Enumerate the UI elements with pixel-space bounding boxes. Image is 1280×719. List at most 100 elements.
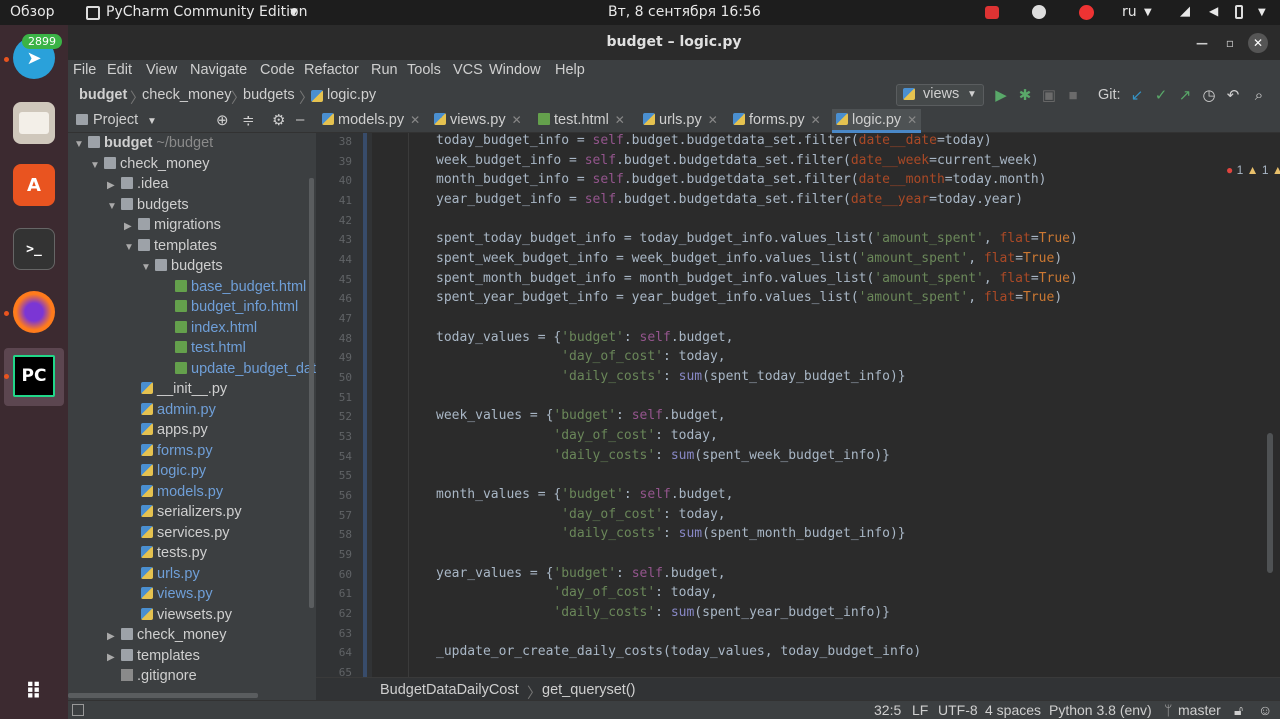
battery-icon[interactable] (1235, 5, 1243, 19)
firefox-icon[interactable] (13, 291, 55, 333)
tool-windows-icon[interactable] (72, 704, 84, 716)
language-indicator[interactable]: ru (1122, 4, 1137, 20)
file-encoding[interactable]: UTF-8 (938, 702, 978, 718)
tree-folder[interactable]: ▶ .idea (107, 176, 168, 196)
tree-file[interactable]: views.py (141, 586, 213, 606)
close-button[interactable]: ✕ (1248, 33, 1268, 53)
tree-file[interactable]: budget_info.html (175, 299, 298, 319)
tree-folder[interactable]: ▶ migrations (124, 217, 221, 237)
menu-code[interactable]: Code (260, 62, 295, 78)
locate-icon[interactable]: ⊕ (216, 111, 229, 129)
git-branch[interactable]: master (1178, 702, 1221, 718)
history-icon[interactable]: ◷ (1200, 87, 1218, 105)
tab-test-html[interactable]: test.html ✕ (538, 109, 625, 133)
activities-button[interactable]: Обзор (10, 4, 55, 20)
indent-setting[interactable]: 4 spaces (985, 702, 1041, 718)
coverage-icon[interactable]: ▣ (1040, 87, 1058, 105)
software-center-icon[interactable]: A (13, 164, 55, 206)
tree-file[interactable]: test.html (175, 340, 246, 360)
caret-position[interactable]: 32:5 (874, 702, 901, 718)
recording-indicator-icon[interactable] (985, 6, 999, 19)
tree-file[interactable]: viewsets.py (141, 607, 232, 627)
tree-folder[interactable]: ▼ check_money (90, 156, 209, 176)
menu-view[interactable]: View (146, 62, 177, 78)
tree-file[interactable]: update_budget_dat (175, 361, 316, 381)
event-log-icon[interactable]: ☺ (1258, 702, 1272, 718)
menu-help[interactable]: Help (555, 62, 585, 78)
steam-icon[interactable] (1032, 5, 1046, 19)
menu-edit[interactable]: Edit (107, 62, 132, 78)
debug-icon[interactable]: ✱ (1016, 87, 1034, 105)
menu-vcs[interactable]: VCS (453, 62, 483, 78)
search-icon[interactable]: ⌕ (1250, 87, 1268, 105)
nav-crumb-package[interactable]: check_money (142, 87, 231, 103)
tree-file[interactable]: forms.py (141, 443, 213, 463)
wifi-icon[interactable]: ◢ (1180, 4, 1190, 19)
tab-logic[interactable]: logic.py ✕ (832, 109, 922, 133)
stop-icon[interactable]: ■ (1064, 87, 1082, 105)
show-applications-icon[interactable]: ⠿ (13, 671, 55, 713)
tree-file[interactable]: admin.py (141, 402, 216, 422)
tree-file[interactable]: models.py (141, 484, 223, 504)
tree-file[interactable]: services.py (141, 525, 230, 545)
tree-horizontal-scrollbar[interactable] (68, 693, 258, 698)
git-commit-icon[interactable]: ✓ (1152, 87, 1170, 105)
line-separator[interactable]: LF (912, 702, 928, 718)
breadcrumb-class[interactable]: BudgetDataDailyCost (380, 682, 519, 698)
lock-icon[interactable]: 🔓︎ (1234, 702, 1243, 719)
run-icon[interactable]: ▶ (992, 87, 1010, 105)
tree-folder[interactable]: ▶ check_money (107, 627, 226, 647)
code-editor[interactable]: today_budget_info = self.budget.budgetda… (372, 133, 1280, 677)
tab-forms[interactable]: forms.py ✕ (733, 109, 821, 133)
menu-window[interactable]: Window (489, 62, 541, 78)
tree-file[interactable]: logic.py (141, 463, 206, 483)
tree-file[interactable]: base_budget.html (175, 279, 306, 299)
python-interpreter[interactable]: Python 3.8 (env) (1049, 702, 1152, 718)
tree-folder[interactable]: ▼ templates (124, 238, 217, 258)
app-menu-button[interactable]: PyCharm Community Edition (106, 4, 307, 20)
collapse-all-icon[interactable]: ≑ (242, 111, 255, 129)
chevron-down-icon[interactable]: ▼ (147, 116, 157, 127)
tree-file[interactable]: apps.py (141, 422, 208, 442)
menu-file[interactable]: File (73, 62, 96, 78)
tab-models[interactable]: models.py ✕ (322, 109, 420, 133)
pycharm-icon[interactable]: PC (13, 355, 55, 397)
nav-crumb-module[interactable]: budgets (243, 87, 295, 103)
tree-folder[interactable]: ▶ templates (107, 648, 200, 668)
tree-file[interactable]: .gitignore (121, 668, 197, 688)
hide-icon[interactable]: – (296, 111, 304, 128)
inspection-widget[interactable]: ● 1 ▲ 1 ▲ 4 ⌃ (1226, 163, 1280, 177)
tab-urls[interactable]: urls.py ✕ (643, 109, 718, 133)
chevron-down-icon[interactable]: ▼ (1258, 7, 1266, 18)
menu-navigate[interactable]: Navigate (190, 62, 247, 78)
tree-folder[interactable]: ▼ budgets (141, 258, 223, 278)
project-view-selector[interactable]: Project (93, 112, 138, 128)
tree-scrollbar[interactable] (309, 178, 314, 608)
minimize-button[interactable]: — (1192, 33, 1212, 53)
gear-icon[interactable]: ⚙ (272, 111, 285, 129)
menu-tools[interactable]: Tools (407, 62, 441, 78)
tree-file[interactable]: serializers.py (141, 504, 242, 524)
tree-file[interactable]: urls.py (141, 566, 200, 586)
git-push-icon[interactable]: ↗ (1176, 87, 1194, 105)
tree-root[interactable]: ▼ budget ~/budget (74, 135, 213, 155)
maximize-button[interactable]: ▫ (1220, 33, 1240, 53)
clock[interactable]: Вт, 8 сентября 16:56 (608, 4, 761, 20)
terminal-icon[interactable]: >_ (13, 228, 55, 270)
do-not-disturb-icon[interactable] (1079, 5, 1094, 20)
tree-folder[interactable]: ▼ budgets (107, 197, 189, 217)
tree-file[interactable]: __init__.py (141, 381, 227, 401)
menu-run[interactable]: Run (371, 62, 398, 78)
tree-file[interactable]: tests.py (141, 545, 207, 565)
files-icon[interactable] (13, 102, 55, 144)
editor-scrollbar[interactable] (1267, 433, 1273, 573)
nav-crumb-project[interactable]: budget (79, 87, 127, 103)
git-update-icon[interactable]: ↙ (1128, 87, 1146, 105)
menu-refactor[interactable]: Refactor (304, 62, 359, 78)
tab-views[interactable]: views.py ✕ (434, 109, 522, 133)
run-config-selector[interactable]: views ▼ (896, 84, 984, 106)
rollback-icon[interactable]: ↶ (1224, 87, 1242, 105)
breadcrumb-method[interactable]: get_queryset() (542, 682, 636, 698)
volume-icon[interactable]: ◀ (1209, 4, 1218, 18)
nav-crumb-file[interactable]: logic.py (327, 87, 376, 103)
